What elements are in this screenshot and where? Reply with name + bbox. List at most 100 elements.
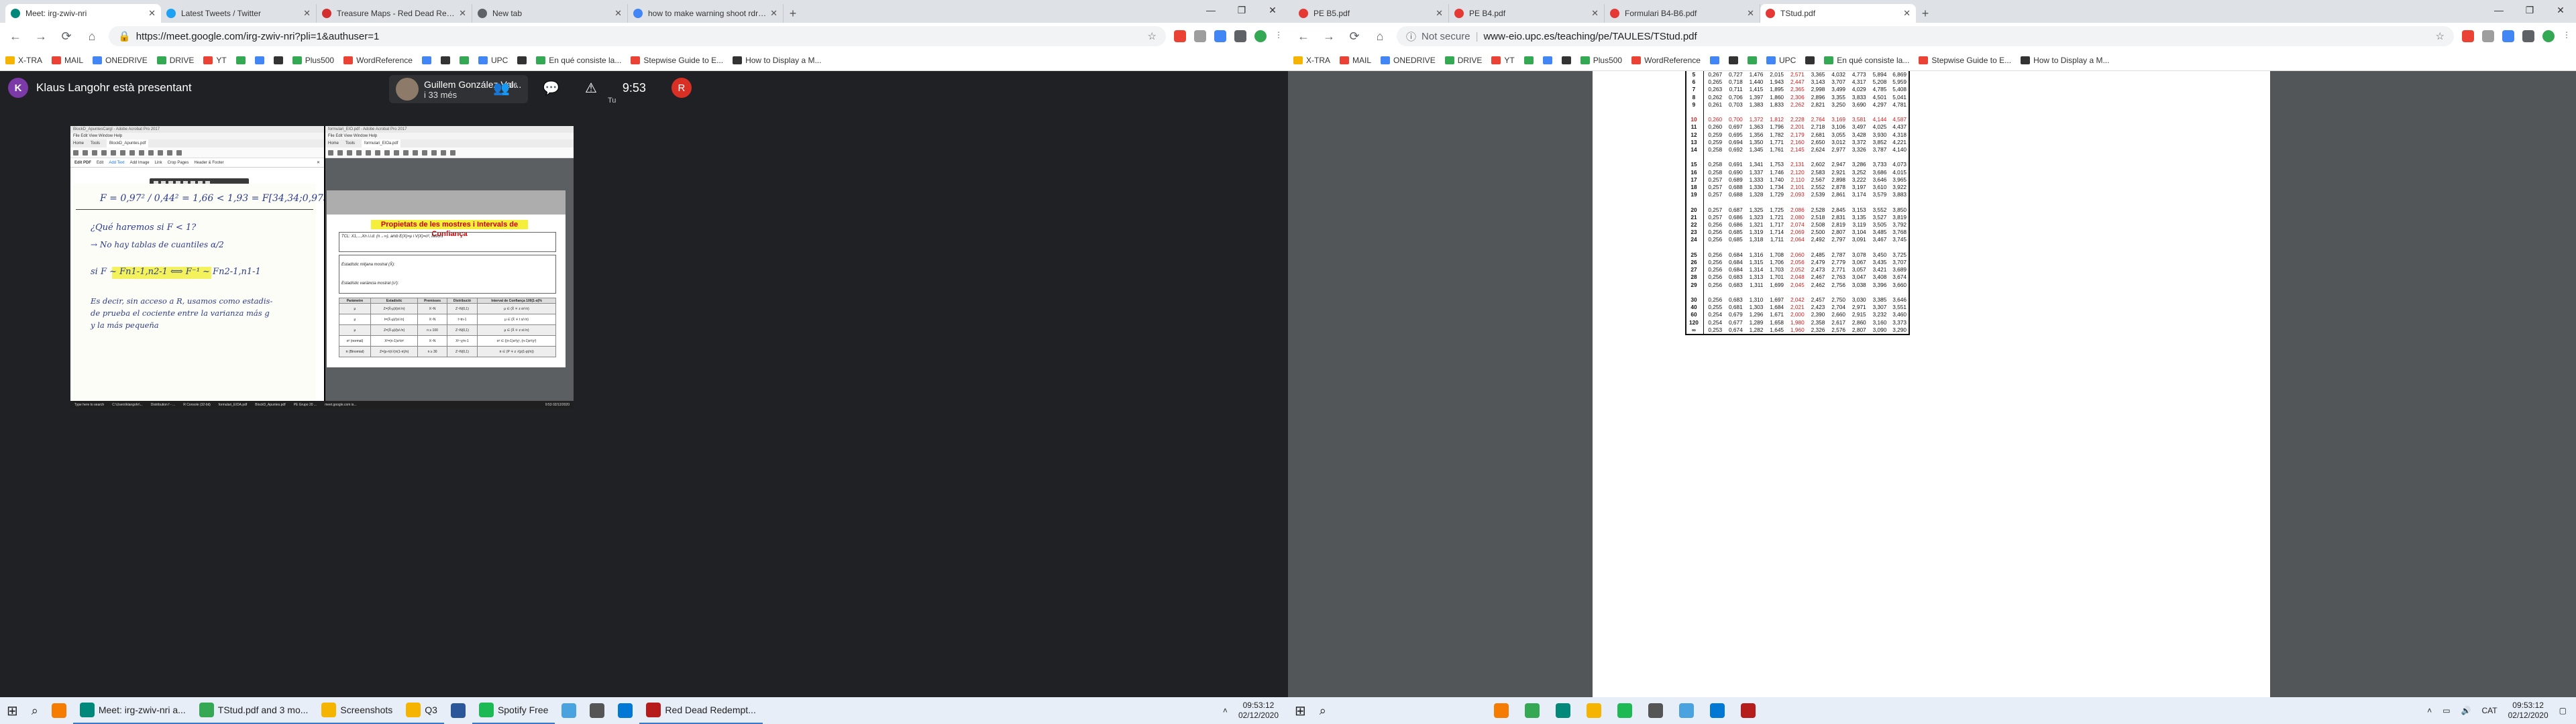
taskbar-app[interactable]: Screenshots: [315, 697, 400, 724]
tool-icon[interactable]: [139, 149, 144, 156]
bookmark-item[interactable]: UPC: [1766, 56, 1796, 65]
profile-icon[interactable]: [2542, 30, 2555, 42]
tab-close-icon[interactable]: ✕: [614, 8, 622, 19]
link-tool[interactable]: Link: [155, 161, 162, 165]
extension-icon[interactable]: [1214, 30, 1226, 42]
bookmark-item[interactable]: En qué consiste la...: [536, 56, 621, 65]
bookmark-item[interactable]: X-TRA: [5, 56, 42, 65]
bookmark-item[interactable]: [1805, 56, 1815, 64]
bookmark-item[interactable]: En qué consiste la...: [1824, 56, 1909, 65]
reload-icon[interactable]: ⟳: [58, 27, 75, 45]
minimize-icon[interactable]: —: [2483, 0, 2514, 20]
tab-close-icon[interactable]: ✕: [1591, 8, 1599, 19]
extension-icon[interactable]: [2502, 30, 2514, 42]
tab-close-icon[interactable]: ✕: [1903, 8, 1911, 19]
tool-icon[interactable]: [73, 149, 78, 156]
browser-tab[interactable]: Treasure Maps - Red Dead Redem... ✕: [317, 4, 472, 23]
tool-icon[interactable]: [375, 149, 380, 156]
bookmark-item[interactable]: How to Display a M...: [733, 56, 821, 65]
tool-icon[interactable]: [366, 149, 371, 156]
tool-icon[interactable]: [384, 149, 390, 156]
tool-icon[interactable]: [176, 149, 182, 156]
inner-taskbar-item[interactable]: BlockD_Apuntes.pdf: [251, 403, 289, 407]
forward-icon[interactable]: →: [32, 27, 50, 45]
inner-taskbar-item[interactable]: formulari_EIOA.pdf: [215, 403, 252, 407]
participants-icon[interactable]: 👥36: [493, 80, 517, 97]
browser-tab[interactable]: New tab ✕: [472, 4, 628, 23]
maximize-icon[interactable]: ❐: [2514, 0, 2545, 20]
puzzle-icon[interactable]: [2522, 30, 2534, 42]
tab-close-icon[interactable]: ✕: [1747, 8, 1754, 19]
taskbar-app[interactable]: [583, 697, 611, 724]
bookmark-item[interactable]: [1542, 56, 1552, 64]
extension-icon[interactable]: [2462, 30, 2474, 42]
taskbar-app[interactable]: Spotify Free: [472, 697, 555, 724]
back-icon[interactable]: ←: [1295, 27, 1312, 45]
tool-icon[interactable]: [337, 149, 343, 156]
taskbar-app[interactable]: [1487, 697, 1515, 724]
extension-icon[interactable]: [1194, 30, 1206, 42]
taskbar-app[interactable]: Q3: [399, 697, 444, 724]
tool-icon[interactable]: [431, 149, 437, 156]
profile-icon[interactable]: [1254, 30, 1267, 42]
star-icon[interactable]: ☆: [2436, 30, 2445, 42]
browser-tab[interactable]: Formulari B4-B6.pdf ✕: [1605, 4, 1760, 23]
bookmark-item[interactable]: YT: [203, 56, 227, 65]
browser-tab[interactable]: TStud.pdf ✕: [1760, 4, 1916, 23]
tab-home[interactable]: Home: [73, 139, 84, 147]
header-footer-tool[interactable]: Header & Footer: [194, 161, 223, 165]
home-icon[interactable]: ⌂: [83, 27, 101, 45]
bookmark-item[interactable]: [1523, 56, 1534, 64]
inner-taskbar-item[interactable]: Distribution f - ...: [147, 403, 179, 407]
address-bar[interactable]: 🔒 https://meet.google.com/irg-zwiv-nri?p…: [109, 26, 1166, 46]
new-tab-icon[interactable]: +: [1916, 4, 1935, 23]
taskbar-app[interactable]: [1642, 697, 1670, 724]
forward-icon[interactable]: →: [1320, 27, 1338, 45]
search-icon[interactable]: ⌕: [25, 697, 45, 724]
browser-tab[interactable]: PE B4.pdf ✕: [1449, 4, 1605, 23]
close-icon[interactable]: ✕: [317, 160, 320, 165]
inner-taskbar-item[interactable]: R Console (32-bit): [179, 403, 215, 407]
chat-icon[interactable]: 💬: [543, 80, 559, 97]
taskbar-app[interactable]: [1734, 697, 1762, 724]
tab-close-icon[interactable]: ✕: [303, 8, 311, 19]
taskbar-app[interactable]: [45, 697, 73, 724]
activities-icon[interactable]: ⚠: [585, 80, 597, 97]
taskbar-clock[interactable]: 09:53:12 02/12/2020: [2508, 701, 2548, 721]
edit-tool[interactable]: Edit: [97, 161, 103, 165]
crop-tool[interactable]: Crop Pages: [168, 161, 189, 165]
start-button[interactable]: ⊞: [0, 697, 25, 724]
tool-icon[interactable]: [129, 149, 135, 156]
taskbar-app[interactable]: [1703, 697, 1731, 724]
bookmark-item[interactable]: DRIVE: [1444, 56, 1482, 65]
bookmark-item[interactable]: [1561, 56, 1571, 64]
home-icon[interactable]: ⌂: [1371, 27, 1389, 45]
inner-taskbar-item[interactable]: Type here to search: [70, 403, 108, 407]
add-image-tool[interactable]: Add Image: [130, 161, 150, 165]
self-avatar[interactable]: R: [671, 78, 692, 98]
taskbar-app[interactable]: Red Dead Redempt...: [639, 697, 763, 724]
tool-icon[interactable]: [167, 149, 172, 156]
taskbar-app[interactable]: [1549, 697, 1577, 724]
menu-icon[interactable]: ⋮: [1275, 30, 1283, 42]
star-icon[interactable]: ☆: [1148, 30, 1157, 42]
tab-close-icon[interactable]: ✕: [1436, 8, 1443, 19]
new-tab-icon[interactable]: +: [784, 4, 802, 23]
tab-close-icon[interactable]: ✕: [770, 8, 777, 19]
taskbar-app[interactable]: [1611, 697, 1639, 724]
tool-icon[interactable]: [403, 149, 409, 156]
bookmark-item[interactable]: [235, 56, 246, 64]
minimize-icon[interactable]: —: [1195, 0, 1226, 20]
tab-tools[interactable]: Tools: [345, 139, 355, 147]
bookmark-item[interactable]: MAIL: [1340, 56, 1371, 65]
bookmark-item[interactable]: [517, 56, 527, 64]
add-text-tool[interactable]: Add Text: [109, 161, 124, 165]
tray-chevron-icon[interactable]: ˄: [2427, 706, 2432, 715]
tool-icon[interactable]: [328, 149, 333, 156]
bookmark-item[interactable]: ONEDRIVE: [93, 56, 148, 65]
bookmark-item[interactable]: [1728, 56, 1738, 64]
bookmark-item[interactable]: ONEDRIVE: [1381, 56, 1436, 65]
tool-icon[interactable]: [347, 149, 352, 156]
taskbar-app[interactable]: [444, 697, 472, 724]
search-icon[interactable]: ⌕: [1313, 697, 1333, 724]
